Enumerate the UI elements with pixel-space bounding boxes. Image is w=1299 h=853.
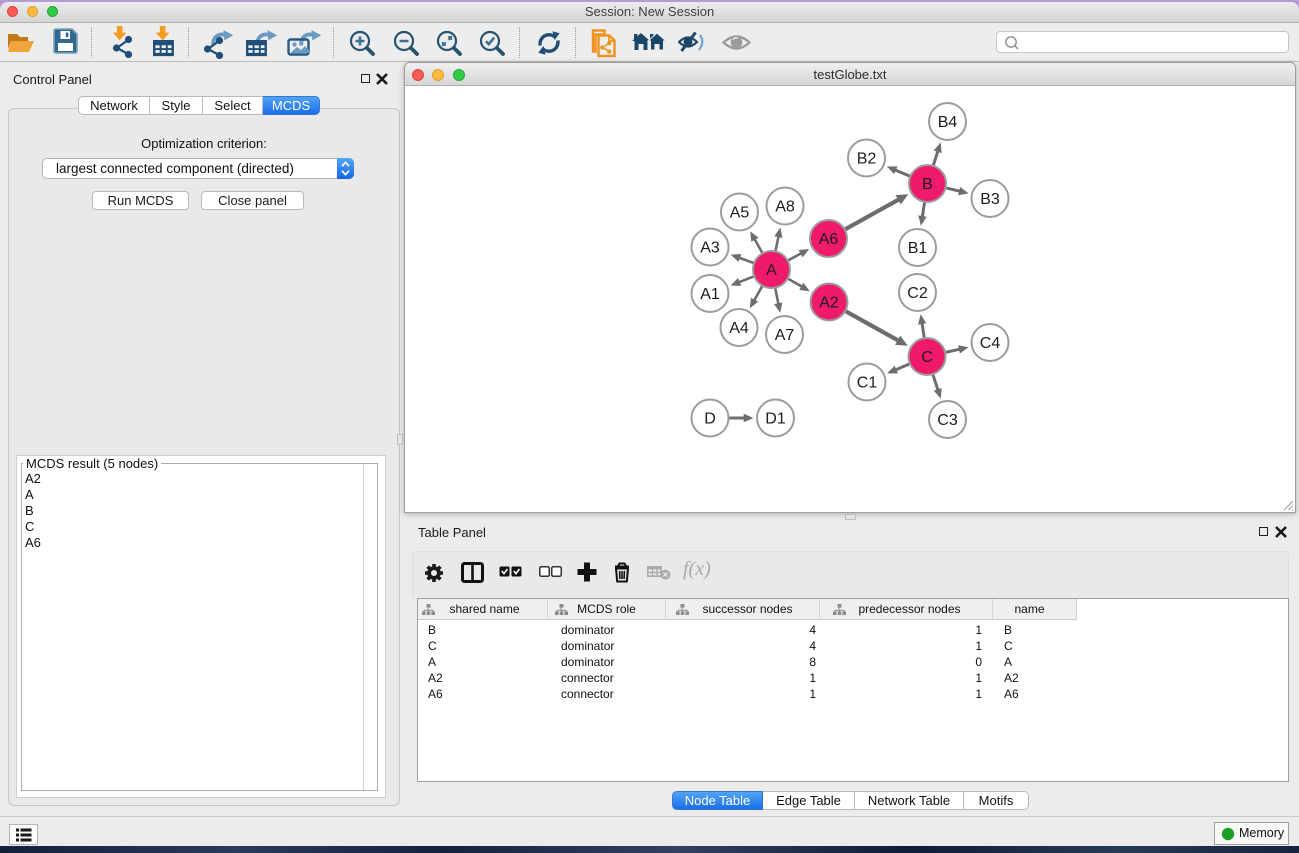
svg-text:B1: B1	[908, 240, 928, 257]
svg-text:D: D	[704, 411, 716, 428]
svg-text:A1: A1	[700, 286, 720, 303]
svg-text:C1: C1	[857, 375, 878, 392]
svg-text:B2: B2	[857, 151, 877, 168]
svg-text:C4: C4	[980, 335, 1001, 352]
svg-text:A4: A4	[729, 320, 749, 337]
svg-text:D1: D1	[765, 411, 786, 428]
svg-text:A3: A3	[700, 240, 720, 257]
svg-text:C: C	[921, 349, 933, 366]
svg-text:A5: A5	[730, 205, 750, 222]
svg-text:A7: A7	[775, 327, 795, 344]
svg-text:A2: A2	[819, 295, 839, 312]
svg-text:A8: A8	[775, 199, 795, 216]
svg-text:C2: C2	[907, 285, 928, 302]
svg-text:B: B	[922, 176, 933, 193]
svg-text:A6: A6	[819, 231, 839, 248]
svg-text:A: A	[766, 262, 777, 279]
svg-text:B3: B3	[980, 191, 1000, 208]
svg-text:B4: B4	[938, 114, 958, 131]
svg-text:C3: C3	[937, 412, 958, 429]
